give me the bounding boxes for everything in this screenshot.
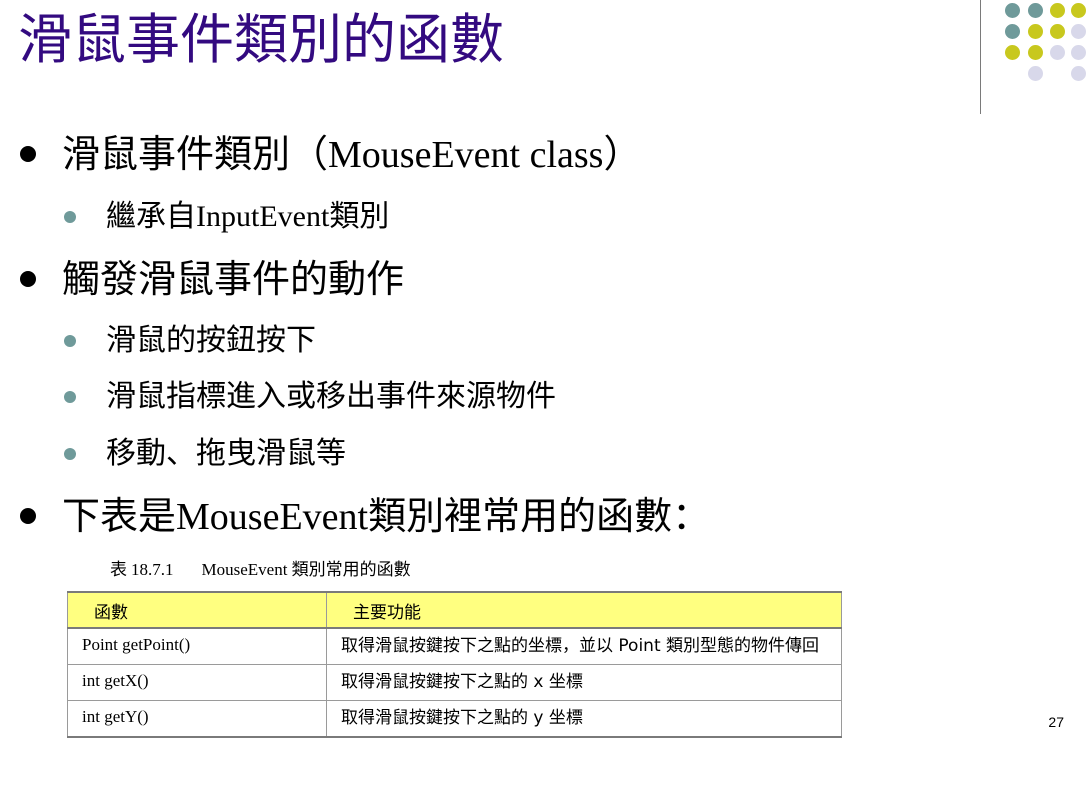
bullet-text: 下表是MouseEvent類別裡常用的函數： — [62, 491, 710, 542]
sub-bullet-marker — [64, 448, 76, 460]
function-cell: int getY() — [67, 700, 327, 738]
dot-yellow — [1005, 45, 1020, 60]
bullet-text-latin: MouseEvent class — [328, 134, 604, 176]
dot-lavender — [1071, 45, 1086, 60]
bullet-text: 觸發滑鼠事件的動作 — [62, 254, 404, 304]
bullet-text-part: 滑鼠指標進入或移出事件來源物件 — [106, 379, 556, 414]
description-cell: 取得滑鼠按鍵按下之點的坐標，並以 Point 類別型態的物件傳回 — [326, 627, 842, 665]
table-row: Point getPoint() 取得滑鼠按鍵按下之點的坐標，並以 Point … — [67, 627, 842, 665]
bullet-text-part: 類別 — [329, 199, 390, 234]
dot-teal — [1005, 24, 1020, 39]
caption-label: 表 — [110, 560, 127, 580]
function-cell: Point getPoint() — [67, 627, 327, 665]
table-caption: 表 18.7.1 MouseEvent 類別常用的函數 — [110, 558, 411, 582]
header-description: 主要功能 — [326, 591, 842, 629]
bullet-text-part: ） — [603, 132, 642, 176]
dot-yellow — [1028, 45, 1043, 60]
header-function: 函數 — [67, 591, 327, 629]
bullet-text-part: 移動、拖曳滑鼠等 — [106, 436, 346, 471]
dot-lavender — [1071, 66, 1086, 81]
bullet-marker — [20, 508, 36, 524]
sub-bullet-text: 繼承自InputEvent類別 — [106, 197, 389, 237]
bullet-text-part: 觸發滑鼠事件的動作 — [62, 257, 405, 301]
bullet-text-part: 類別裡常用的函數： — [368, 494, 711, 538]
function-cell: int getX() — [67, 664, 327, 701]
bullet-marker — [20, 271, 36, 287]
bullet-text-part: 繼承自 — [106, 199, 196, 234]
sub-bullet-text: 移動、拖曳滑鼠等 — [106, 434, 346, 474]
sub-bullet-marker — [64, 211, 76, 223]
dot-yellow — [1028, 24, 1043, 39]
table-row: int getY() 取得滑鼠按鍵按下之點的 y 坐標 — [67, 700, 842, 738]
bullet-text: 滑鼠事件類別（MouseEvent class） — [62, 129, 641, 180]
dot-lavender — [1071, 24, 1086, 39]
dot-yellow — [1050, 3, 1065, 18]
dot-yellow — [1050, 24, 1065, 39]
dot-lavender — [1050, 45, 1065, 60]
sub-bullet-text: 滑鼠的按鈕按下 — [106, 321, 316, 361]
caption-text: MouseEvent 類別常用的函數 — [201, 560, 411, 579]
description-cell: 取得滑鼠按鍵按下之點的 y 坐標 — [326, 700, 842, 738]
sub-bullet-marker — [64, 335, 76, 347]
bullet-text-latin: InputEvent — [196, 200, 330, 233]
bullet-text-latin: MouseEvent — [176, 496, 369, 538]
bullet-marker — [20, 146, 36, 162]
dot-yellow — [1071, 3, 1086, 18]
table-row: int getX() 取得滑鼠按鍵按下之點的 x 坐標 — [67, 664, 842, 701]
bullet-text-part: 滑鼠事件類別（ — [62, 132, 329, 176]
description-cell: 取得滑鼠按鍵按下之點的 x 坐標 — [326, 664, 842, 701]
table-header-row: 函數 主要功能 — [67, 591, 842, 629]
page-number: 27 — [1048, 714, 1064, 730]
dot-lavender — [1028, 66, 1043, 81]
sub-bullet-marker — [64, 391, 76, 403]
caption-number: 18.7.1 — [131, 560, 174, 579]
dot-teal — [1028, 3, 1043, 18]
bullet-text-part: 下表是 — [62, 494, 177, 538]
function-table: 函數 主要功能 Point getPoint() 取得滑鼠按鍵按下之點的坐標，並… — [67, 591, 842, 738]
bullet-text-part: 滑鼠的按鈕按下 — [106, 323, 316, 358]
slide-title: 滑鼠事件類別的函數 — [18, 8, 504, 71]
vertical-divider — [980, 0, 981, 114]
dot-teal — [1005, 3, 1020, 18]
sub-bullet-text: 滑鼠指標進入或移出事件來源物件 — [106, 377, 556, 417]
